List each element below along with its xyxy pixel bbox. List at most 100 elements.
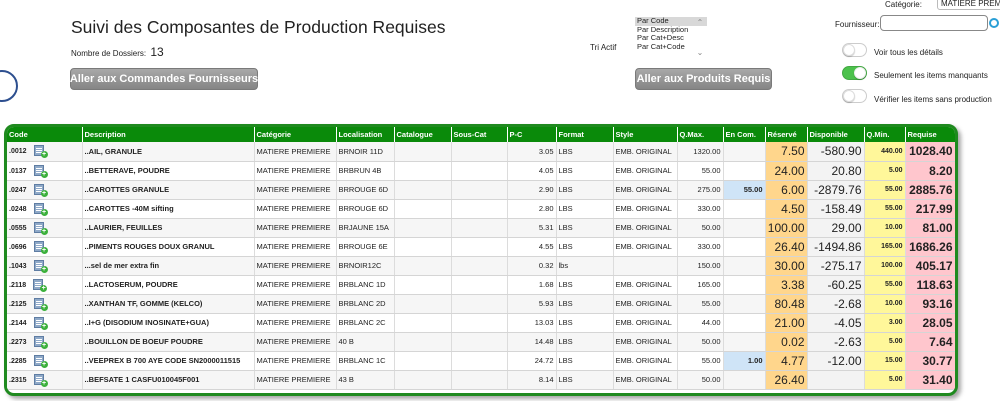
cell-code: .1043 + [7, 256, 83, 276]
cell-code: .0696 + [7, 237, 83, 257]
cell-cat: MATIERE PREMIERE [254, 142, 337, 162]
cell-qmax: 1320.00 [677, 142, 724, 162]
table-row[interactable]: .0012 + ..AIL, GRANULE MATIERE PREMIERE BRNO… [7, 142, 955, 162]
cell-souscat [451, 294, 508, 314]
cell-style: EMB. ORIGINAL [613, 142, 678, 162]
fournisseur-input[interactable] [880, 15, 988, 31]
logo-circle [0, 70, 18, 102]
add-document-icon[interactable]: + [33, 202, 48, 216]
item-code: .0012 [9, 148, 27, 156]
toggle-knob [843, 90, 855, 102]
add-document-icon[interactable]: + [33, 183, 48, 197]
add-document-icon[interactable]: + [33, 221, 48, 235]
cell-disp: 20.80 [807, 161, 865, 181]
toggle-all-details[interactable] [842, 43, 867, 57]
cell-pc: 5.93 [507, 294, 557, 314]
cell-catalogue [394, 161, 452, 181]
cell-qmin: 100.00 [864, 256, 906, 276]
cell-req: 7.64 [905, 332, 955, 352]
toggle-missing-only[interactable] [842, 66, 867, 80]
cell-loc: BRBLANC 1C [336, 351, 395, 371]
cell-souscat [451, 142, 508, 162]
table-row[interactable]: .2315 + ..BEFSATE 1 CASFU010045F001 MATIERE… [7, 370, 955, 390]
cell-loc: BRROUGE 6D [336, 180, 395, 200]
cell-pc: 8.14 [507, 370, 557, 390]
add-document-icon[interactable]: + [33, 259, 48, 273]
add-document-icon[interactable]: + [33, 316, 48, 330]
cell-loc: BRROUGE 6E [336, 237, 395, 257]
add-document-icon[interactable]: + [33, 145, 48, 159]
cell-code: .0248 + [7, 199, 83, 219]
produits-requis-button[interactable]: Aller aux Produits Requis [635, 68, 772, 90]
column-header[interactable]: Q.Max. [677, 127, 724, 142]
item-code: .2285 [9, 357, 27, 365]
cell-code: .0555 + [7, 218, 83, 238]
categorie-select[interactable]: MATIERE PREMIERE [937, 0, 1000, 10]
table-row[interactable]: .0248 + ..CAROTTES -40M sifting MATIERE PRE… [7, 199, 955, 219]
cell-code: .0012 + [7, 142, 83, 162]
table-row[interactable]: .2285 + ..VEEPREX B 700 AYE CODE SN2000011… [7, 351, 955, 371]
column-header[interactable]: Requise [905, 127, 955, 142]
tri-actif-label: Tri Actif [590, 43, 617, 52]
add-document-icon[interactable]: + [33, 335, 48, 349]
sort-scrollbar[interactable]: ⌃ ⌄ [695, 18, 705, 58]
column-header[interactable]: En Com. [723, 127, 766, 142]
table-row[interactable]: .0555 + ..LAURIER, FEUILLES MATIERE PREMIER… [7, 218, 955, 238]
column-header[interactable]: Description [82, 127, 255, 142]
cell-qmax: 50.00 [677, 332, 724, 352]
column-header[interactable]: Réservé [765, 127, 808, 142]
cell-souscat [451, 218, 508, 238]
column-header[interactable]: P-C [507, 127, 557, 142]
commandes-fournisseurs-button[interactable]: Aller aux Commandes Fournisseurs [70, 68, 258, 90]
table-row[interactable]: .0247 + ..CAROTTES GRANULE MATIERE PREMIERE… [7, 180, 955, 200]
column-header[interactable]: Q.Min. [864, 127, 906, 142]
add-document-icon[interactable]: + [33, 354, 48, 368]
cell-req: 30.77 [905, 351, 955, 371]
add-document-icon[interactable]: + [33, 164, 48, 178]
cell-disp: -580.90 [807, 142, 865, 162]
table-row[interactable]: .2144 + ..I+G (DISODIUM INOSINATE+GUA) MATI… [7, 313, 955, 333]
table-row[interactable]: .0696 + ..PIMENTS ROUGES DOUX GRANUL MATIER… [7, 237, 955, 257]
cell-catalogue [394, 332, 452, 352]
column-header[interactable]: Code [7, 127, 83, 142]
cell-qmax: 330.00 [677, 237, 724, 257]
cell-pc: 2.80 [507, 199, 557, 219]
table-row[interactable]: .2125 + ..XANTHAN TF, GOMME (KELCO) MATIERE… [7, 294, 955, 314]
toggle-missing-only-label: Seulement les items manquants [874, 71, 988, 80]
table-row[interactable]: .2273 + ..BOUILLON DE BOEUF POUDRE MATIERE … [7, 332, 955, 352]
table-row[interactable]: .1043 + ...sel de mer extra fin MATIERE PRE… [7, 256, 955, 276]
cell-style [613, 256, 678, 276]
column-header[interactable]: Catalogue [394, 127, 452, 142]
cell-qmax: 55.00 [677, 161, 724, 181]
cell-loc: BRBLANC 2D [336, 294, 395, 314]
cell-desc: ..LACTOSERUM, POUDRE [82, 275, 255, 295]
column-header[interactable]: Format [556, 127, 614, 142]
cell-desc: ..CAROTTES -40M sifting [82, 199, 255, 219]
column-header[interactable]: Disponible [807, 127, 865, 142]
toggle-knob [843, 44, 855, 56]
column-header[interactable]: Localisation [336, 127, 395, 142]
cell-desc: ..BOUILLON DE BOEUF POUDRE [82, 332, 255, 352]
table-row[interactable]: .0137 + ..BETTERAVE, POUDRE MATIERE PREMIER… [7, 161, 955, 181]
cell-disp: -60.25 [807, 275, 865, 295]
column-header[interactable]: Catégorie [254, 127, 337, 142]
add-document-icon[interactable]: + [33, 278, 48, 292]
cell-souscat [451, 161, 508, 181]
cell-code: .2125 + [7, 294, 83, 314]
add-document-icon[interactable]: + [33, 240, 48, 254]
toggle-no-production[interactable] [842, 89, 867, 103]
cell-loc: BRBLANC 2C [336, 313, 395, 333]
add-document-icon[interactable]: + [33, 297, 48, 311]
table-row[interactable]: .2118 + ..LACTOSERUM, POUDRE MATIERE PREMIE… [7, 275, 955, 295]
item-code: .0137 [9, 167, 27, 175]
search-icon[interactable] [989, 18, 999, 28]
cell-cat: MATIERE PREMIERE [254, 370, 337, 390]
column-header[interactable]: Style [613, 127, 678, 142]
cell-style: EMB. ORIGINAL [613, 370, 678, 390]
add-document-icon[interactable]: + [33, 373, 48, 387]
cell-souscat [451, 256, 508, 276]
column-header[interactable]: Sous-Cat [451, 127, 508, 142]
cell-souscat [451, 275, 508, 295]
cell-res: 3.38 [765, 275, 808, 295]
cell-disp: -4.05 [807, 313, 865, 333]
